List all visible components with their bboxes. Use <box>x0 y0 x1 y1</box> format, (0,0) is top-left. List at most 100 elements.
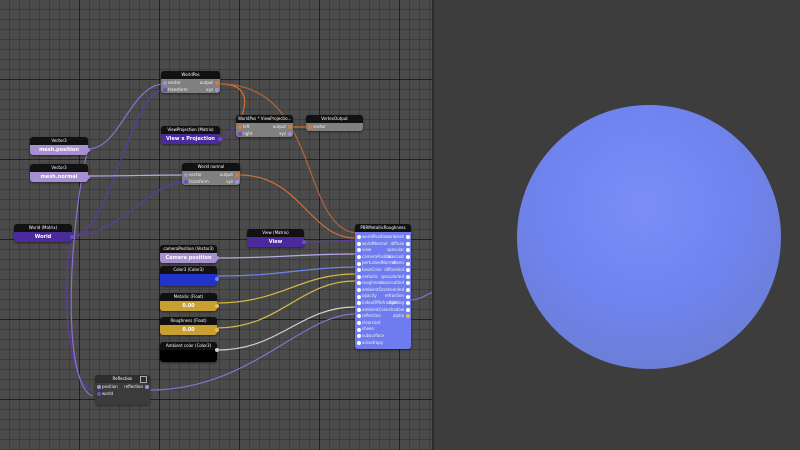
output-port[interactable] <box>287 124 292 129</box>
output-port[interactable] <box>405 294 410 299</box>
output-port[interactable] <box>405 281 410 286</box>
port-row: view specular <box>355 247 411 254</box>
reflection-node[interactable]: Reflection position reflection world <box>95 375 150 405</box>
wire <box>216 266 356 277</box>
node-graph-canvas[interactable]: WorldPos vector output transform xyz Wor… <box>0 0 433 450</box>
input-port[interactable] <box>183 172 188 177</box>
port-row: opacity refraction <box>355 293 411 300</box>
output-port[interactable] <box>70 235 74 239</box>
vertexoutput-node[interactable]: VertexOutput vector <box>306 115 363 131</box>
port-label: ambientOcc <box>362 286 387 292</box>
world-normal-node[interactable]: World normal vector output transform xyz <box>182 163 240 185</box>
input-port[interactable] <box>356 294 361 299</box>
node-title: ViewProjection (Matrix) <box>161 126 220 134</box>
ambient-color-node[interactable]: Ambient color (Color3) <box>160 342 219 362</box>
worldpos-node[interactable]: WorldPos vector output transform xyz <box>161 71 220 93</box>
output-port[interactable] <box>405 307 410 312</box>
input-port[interactable] <box>162 80 167 85</box>
output-port[interactable] <box>405 274 410 279</box>
port-row: anisotropy <box>355 340 411 347</box>
input-port[interactable] <box>356 307 361 312</box>
output-port[interactable] <box>405 248 410 253</box>
port-label: vector <box>168 80 181 85</box>
input-port[interactable] <box>307 124 312 129</box>
output-port[interactable] <box>215 304 219 308</box>
port-label: reflection <box>124 384 143 389</box>
output-port[interactable] <box>218 137 222 141</box>
port-label: lighting <box>388 299 404 305</box>
output-port[interactable] <box>405 301 410 306</box>
output-port[interactable] <box>405 314 410 319</box>
output-port[interactable] <box>287 131 292 136</box>
output-port[interactable] <box>405 241 410 246</box>
port-label: worldPosition <box>362 234 389 239</box>
world-matrix-node[interactable]: World (Matrix) World <box>14 224 74 242</box>
viewprojection-node[interactable]: ViewProjection (Matrix) View x Projectio… <box>161 126 222 144</box>
port-row: cameraPosition clearcoat <box>355 254 411 261</box>
input-port[interactable] <box>356 334 361 339</box>
output-port[interactable] <box>215 256 219 260</box>
output-port[interactable] <box>86 175 90 179</box>
vector3-normal-node[interactable]: Vector3 mesh.normal <box>30 164 90 182</box>
roughness-node[interactable]: Roughness (Float) 0.00 <box>160 317 219 335</box>
output-port[interactable] <box>86 148 90 152</box>
input-port[interactable] <box>356 274 361 279</box>
preview-sphere[interactable] <box>517 105 781 369</box>
color3-node[interactable]: Color3 (Color3) <box>160 266 219 286</box>
input-port[interactable] <box>356 314 361 319</box>
output-port[interactable] <box>405 235 410 240</box>
output-port[interactable] <box>405 268 410 273</box>
camera-position-node[interactable]: cameraPosition (Vector3) Camera position <box>160 245 219 263</box>
input-port[interactable] <box>356 281 361 286</box>
input-port[interactable] <box>356 261 361 266</box>
node-value[interactable]: 0.00 <box>160 301 217 311</box>
input-port[interactable] <box>162 87 167 92</box>
port-label: right <box>243 131 253 136</box>
wire <box>219 83 356 234</box>
port-label: reflection <box>362 313 381 319</box>
wire <box>219 126 238 140</box>
output-port[interactable] <box>234 179 239 184</box>
output-port[interactable] <box>405 255 410 260</box>
output-port[interactable] <box>214 87 219 92</box>
input-port[interactable] <box>183 179 188 184</box>
input-port[interactable] <box>237 124 242 129</box>
input-port[interactable] <box>356 248 361 253</box>
output-port[interactable] <box>405 288 410 293</box>
color-swatch[interactable] <box>160 274 217 286</box>
preview-toggle-icon[interactable] <box>140 376 147 383</box>
input-port[interactable] <box>96 391 101 396</box>
output-port[interactable] <box>234 172 239 177</box>
input-port[interactable] <box>237 131 242 136</box>
output-port[interactable] <box>215 328 219 332</box>
output-port[interactable] <box>214 80 219 85</box>
metallic-node[interactable]: Metallic (Float) 0.00 <box>160 293 219 311</box>
input-port[interactable] <box>356 340 361 345</box>
output-port[interactable] <box>215 277 219 281</box>
input-port[interactable] <box>356 327 361 332</box>
view-matrix-node[interactable]: View (Matrix) View <box>247 229 306 247</box>
worldpos-viewprojection-node[interactable]: WorldPos * ViewProjectio... left output … <box>236 115 293 137</box>
output-port[interactable] <box>405 261 410 266</box>
node-title: World normal <box>182 163 240 171</box>
port-row: right xyz <box>236 130 293 137</box>
port-label: sheenInd <box>385 286 404 292</box>
output-port[interactable] <box>144 384 149 389</box>
input-port[interactable] <box>96 384 101 389</box>
port-row: ambientColor shadow <box>355 307 411 314</box>
output-port[interactable] <box>215 348 219 352</box>
node-value[interactable]: 0.00 <box>160 325 217 335</box>
input-port[interactable] <box>356 288 361 293</box>
input-port[interactable] <box>356 241 361 246</box>
input-port[interactable] <box>356 268 361 273</box>
input-port[interactable] <box>356 235 361 240</box>
input-port[interactable] <box>356 301 361 306</box>
color-swatch[interactable] <box>160 350 217 362</box>
vector3-position-node[interactable]: Vector3 mesh.position <box>30 137 90 155</box>
input-port[interactable] <box>356 255 361 260</box>
pbr-metallic-roughness-node[interactable]: PBRMetallicRoughness worldPosition ambien… <box>355 224 411 350</box>
port-label: clearcoatInd <box>379 280 404 286</box>
port-row: vector output <box>161 79 220 86</box>
output-port[interactable] <box>302 240 306 244</box>
input-port[interactable] <box>356 321 361 326</box>
